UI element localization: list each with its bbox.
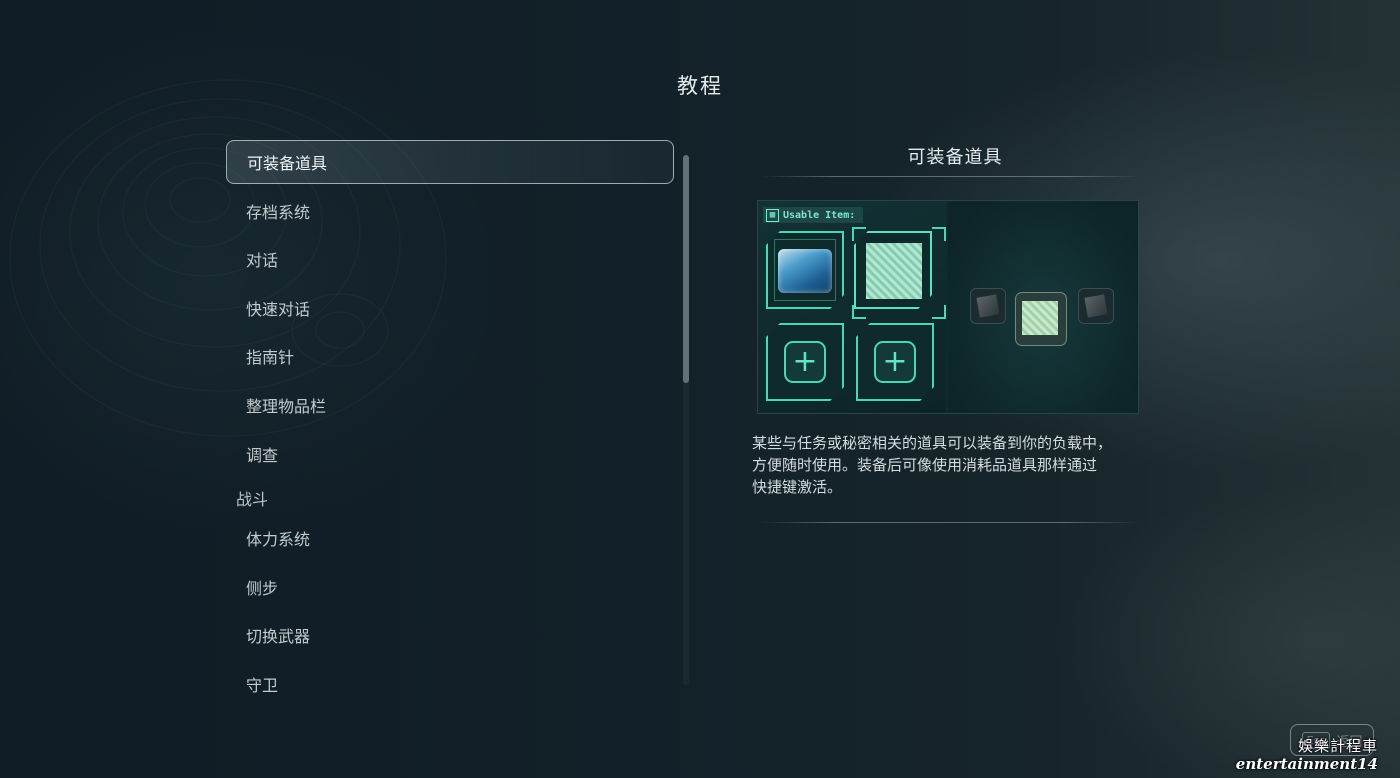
menu-item-switch-weapon[interactable]: 切换武器	[226, 613, 674, 657]
watermark-cn: 娛樂計程車	[1297, 737, 1378, 755]
item-slot-med-kit	[766, 231, 844, 309]
menu-item-organize-inventory[interactable]: 整理物品栏	[226, 383, 674, 427]
selection-bracket-icon	[852, 305, 866, 319]
menu-item-save-system[interactable]: 存档系统	[226, 189, 674, 233]
usable-item-label: Usable Item:	[783, 209, 856, 221]
selection-bracket-icon	[932, 305, 946, 319]
detail-divider-bottom	[760, 522, 1140, 523]
item-slot-map	[854, 231, 932, 309]
menu-item-label: 体力系统	[246, 530, 311, 550]
menu-item-label: 快速对话	[246, 299, 311, 319]
med-kit-icon	[778, 249, 832, 293]
menu-item-quick-dialogue[interactable]: 快速对话	[226, 286, 674, 330]
watermark: 娛樂計程車 entertainment14	[1236, 737, 1378, 773]
item-slot-empty: +	[856, 323, 934, 401]
add-icon: +	[882, 344, 908, 379]
detail-description: 某些与任务或秘密相关的道具可以装备到你的负载中， 方便随时使用。装备后可像使用消…	[752, 432, 1152, 498]
selection-bracket-icon	[932, 227, 946, 241]
stone-item-icon	[1084, 294, 1108, 318]
quick-slot-right	[1078, 288, 1114, 324]
menu-item-label: 守卫	[246, 675, 279, 695]
detail-title: 可装备道具	[907, 147, 1003, 168]
quick-slot-center	[1015, 292, 1067, 346]
menu-item-label: 切换武器	[246, 627, 311, 647]
grid-icon: ▦	[766, 208, 779, 222]
menu-item-compass[interactable]: 指南针	[226, 334, 674, 378]
menu-item-guard[interactable]: 守卫	[226, 662, 674, 706]
watermark-en: entertainment14	[1235, 755, 1378, 773]
add-icon: +	[792, 344, 818, 379]
usable-item-tag: ▦ Usable Item:	[763, 207, 864, 223]
map-item-icon	[866, 243, 922, 299]
map-item-icon	[1022, 301, 1058, 335]
menu-item-equippable-items[interactable]: 可装备道具	[226, 140, 674, 184]
menu-item-label: 对话	[246, 251, 279, 271]
description-line: 快捷键激活。	[752, 478, 843, 496]
scrollbar-thumb[interactable]	[683, 155, 689, 383]
menu-item-dialogue[interactable]: 对话	[226, 237, 674, 281]
tutorial-preview-image: ▦ Usable Item: + +	[757, 200, 1139, 414]
detail-divider-top	[760, 176, 1140, 177]
menu-item-label: 存档系统	[246, 202, 311, 222]
quick-slot-panel	[948, 201, 1138, 413]
selection-bracket-icon	[852, 227, 866, 241]
menu-scrollbar[interactable]	[683, 155, 689, 685]
menu-item-stamina-system[interactable]: 体力系统	[226, 516, 674, 560]
usable-items-panel: ▦ Usable Item: + +	[758, 201, 946, 413]
menu-item-sidestep[interactable]: 侧步	[226, 565, 674, 609]
menu-item-label: 可装备道具	[247, 154, 328, 173]
description-line: 某些与任务或秘密相关的道具可以装备到你的负载中，	[752, 434, 1113, 452]
menu-item-label: 调查	[246, 445, 279, 465]
menu-item-investigate[interactable]: 调查	[226, 432, 674, 476]
page-title: 教程	[677, 74, 723, 98]
menu-item-label: 侧步	[246, 578, 279, 598]
menu-item-label: 指南针	[246, 348, 295, 368]
description-line: 方便随时使用。装备后可像使用消耗品道具那样通过	[752, 456, 1098, 474]
tutorial-menu: 可装备道具 存档系统 对话 快速对话 指南针 整理物品栏 调查 战斗 体力系统 …	[226, 140, 674, 711]
quick-slot-left	[970, 288, 1006, 324]
stone-item-icon	[976, 294, 1000, 318]
item-slot-empty: +	[766, 323, 844, 401]
menu-item-label: 整理物品栏	[246, 396, 327, 416]
topographic-background	[9, 79, 447, 437]
menu-category-combat: 战斗	[236, 490, 269, 510]
